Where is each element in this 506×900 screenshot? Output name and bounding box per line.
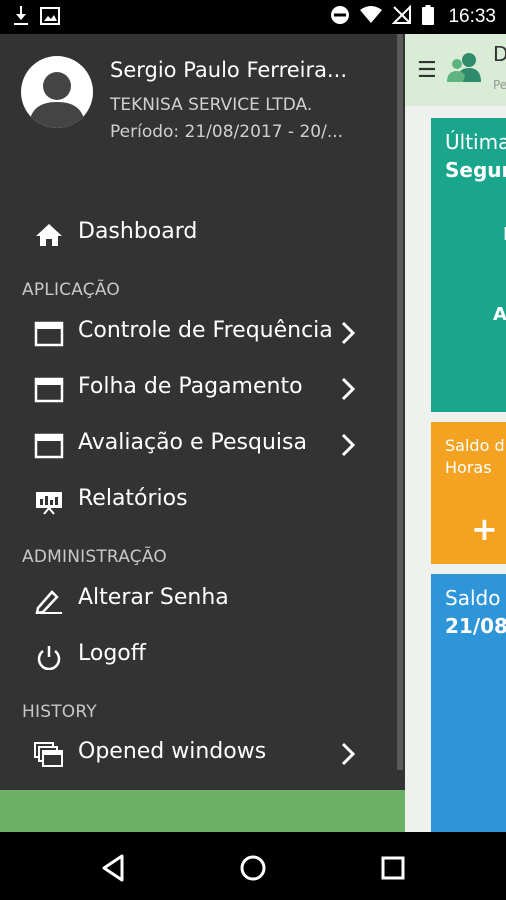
- card-title: Saldo: [445, 586, 501, 610]
- user-period: Período: 21/08/2017 - 20/...: [110, 122, 344, 142]
- last-record-card[interactable]: Última Segun I A: [431, 118, 506, 412]
- back-button[interactable]: [94, 848, 134, 888]
- system-nav-bar: [0, 832, 506, 900]
- menu-item-controle-frequencia[interactable]: Controle de Frequência: [0, 308, 397, 358]
- user-name: Sergio Paulo Ferreira...: [110, 58, 348, 82]
- user-company: TEKNISA SERVICE LTDA.: [110, 95, 313, 115]
- app-title: D: [493, 42, 506, 66]
- recents-button[interactable]: [373, 848, 413, 888]
- card-subtitle: Segun: [445, 158, 506, 182]
- menu-item-label: Avaliação e Pesquisa: [78, 430, 307, 455]
- avatar[interactable]: [21, 56, 93, 128]
- menu-item-folha-pagamento[interactable]: Folha de Pagamento: [0, 364, 397, 414]
- wifi-icon: [360, 6, 383, 28]
- pencil-icon: [34, 588, 64, 615]
- battery-icon: [422, 5, 435, 29]
- navigation-drawer: Sergio Paulo Ferreira... TEKNISA SERVICE…: [0, 34, 405, 832]
- app-header: ☰ D Pe: [405, 34, 506, 106]
- windows-stack-icon: [34, 742, 64, 768]
- menu-item-dashboard[interactable]: Dashboard: [0, 209, 397, 259]
- card-title: Saldo d: [445, 436, 505, 455]
- hours-balance-card[interactable]: Saldo d Horas +: [431, 422, 506, 564]
- card-title: Última: [445, 130, 506, 154]
- image-icon: [40, 7, 60, 29]
- menu-item-logoff[interactable]: Logoff: [0, 631, 397, 681]
- power-icon: [34, 644, 64, 671]
- menu-item-avaliacao-pesquisa[interactable]: Avaliação e Pesquisa: [0, 420, 397, 470]
- status-bar: 16:33: [0, 0, 506, 34]
- download-icon: [14, 6, 28, 30]
- no-sim-icon: [392, 4, 412, 29]
- drawer-footer: [0, 790, 405, 832]
- menu-icon[interactable]: ☰: [417, 58, 437, 83]
- section-label-application: APLICAÇÃO: [22, 280, 120, 300]
- section-label-administration: ADMINISTRAÇÃO: [22, 547, 167, 567]
- status-time: 16:33: [448, 6, 496, 27]
- card-value: A: [493, 304, 506, 325]
- chevron-right-icon: [338, 376, 358, 402]
- do-not-disturb-icon: [330, 5, 350, 29]
- menu-item-label: Opened windows: [78, 739, 267, 764]
- presentation-icon: [34, 489, 64, 515]
- menu-item-label: Logoff: [78, 641, 146, 666]
- menu-item-label: Relatórios: [78, 486, 188, 511]
- home-button[interactable]: [233, 848, 273, 888]
- window-icon: [34, 377, 64, 403]
- chevron-right-icon: [338, 432, 358, 458]
- chevron-right-icon: [338, 741, 358, 767]
- card-subtitle: Horas: [445, 458, 492, 477]
- app-subtitle: Pe: [493, 78, 506, 92]
- menu-item-alterar-senha[interactable]: Alterar Senha: [0, 575, 397, 625]
- phone-screen: 16:33 ☰ D Pe Última Segun I A Saldo d Ho…: [0, 0, 506, 900]
- drawer-scrollbar[interactable]: [397, 34, 403, 770]
- menu-item-label: Controle de Frequência: [78, 318, 333, 343]
- menu-item-label: Dashboard: [78, 219, 198, 244]
- back-icon: [102, 854, 124, 882]
- home-icon: [34, 222, 64, 248]
- users-icon: [445, 48, 485, 92]
- balance-card[interactable]: Saldo 21/08: [431, 574, 506, 832]
- menu-item-relatorios[interactable]: Relatórios: [0, 476, 397, 526]
- menu-item-opened-windows[interactable]: Opened windows: [0, 729, 397, 779]
- plus-icon[interactable]: +: [471, 510, 498, 548]
- recents-icon: [381, 856, 405, 880]
- menu-item-label: Folha de Pagamento: [78, 374, 303, 399]
- home-circle-icon: [240, 855, 266, 881]
- chevron-right-icon: [338, 320, 358, 346]
- window-icon: [34, 321, 64, 347]
- menu-item-label: Alterar Senha: [78, 585, 229, 610]
- section-label-history: HISTORY: [22, 702, 97, 722]
- card-subtitle: 21/08: [445, 614, 506, 638]
- window-icon: [34, 433, 64, 459]
